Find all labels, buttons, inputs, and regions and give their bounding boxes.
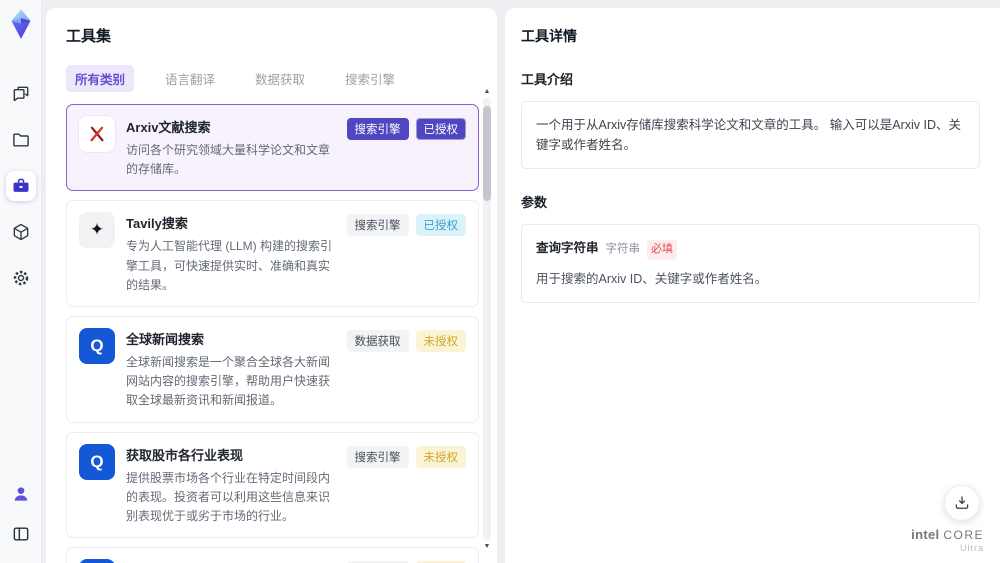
param-required-badge: 必填 — [647, 240, 678, 260]
tool-card-tavily[interactable]: ✦ Tavily搜索 专为人工智能代理 (LLM) 构建的搜索引擎工具，可快速提… — [66, 200, 479, 307]
tool-name: 全球新闻搜索 — [126, 331, 205, 347]
page-title: 工具集 — [66, 28, 112, 45]
tool-name: Tavily搜索 — [126, 216, 188, 232]
brand-intel: intel — [911, 527, 940, 542]
brand-ultra: Ultra — [959, 543, 984, 553]
tab-all-categories[interactable]: 所有类别 — [66, 65, 135, 92]
tool-description: 访问各个研究领域大量科学论文和文章的存储库。 — [126, 143, 331, 177]
intel-core-logo: intel CORE Ultra — [911, 527, 984, 553]
auth-status-badge: 未授权 — [415, 445, 466, 468]
intro-box: 一个用于从Arxiv存储库搜索科学论文和文章的工具。 输入可以是Arxiv ID… — [521, 101, 980, 169]
folder-icon[interactable] — [6, 125, 36, 155]
tool-name: 获取股市各行业表现 — [126, 447, 244, 463]
chat-icon[interactable] — [6, 79, 36, 109]
tool-list-panel: 工具集 所有类别 语言翻译 数据获取 搜索引擎 Arxiv文献搜索 访问各个研究… — [46, 8, 497, 563]
panel-toggle-icon[interactable] — [6, 519, 36, 549]
tool-description: 全球新闻搜索是一个聚合全球各大新闻网站内容的搜索引擎，帮助用户快速获取全球最新资… — [126, 354, 331, 408]
blue-app-icon: Q — [79, 443, 115, 480]
vertical-scrollbar[interactable]: ▲ ▼ — [482, 88, 492, 551]
blue-app-icon: Q — [79, 559, 115, 563]
tool-card-global-news[interactable]: Q 全球新闻搜索 全球新闻搜索是一个聚合全球各大新闻网站内容的搜索引擎，帮助用户… — [66, 315, 479, 423]
tool-description: 提供股票市场各个行业在特定时间段内的表现。投资者可以利用这些信息来识别表现优于或… — [126, 470, 331, 523]
rail-bottom — [6, 479, 36, 563]
tool-card-sector-performance[interactable]: Q 获取股市各行业表现 提供股票市场各个行业在特定时间段内的表现。投资者可以利用… — [66, 431, 479, 539]
app-logo-icon — [4, 7, 38, 41]
cube-icon[interactable] — [6, 217, 36, 247]
category-badge: 搜索引擎 — [346, 118, 409, 140]
user-avatar-icon[interactable] — [6, 479, 36, 509]
settings-gear-icon[interactable] — [6, 263, 36, 293]
app-window: 工具集 所有类别 语言翻译 数据获取 搜索引擎 Arxiv文献搜索 访问各个研究… — [0, 0, 1000, 563]
scrollbar-track[interactable] — [483, 98, 491, 541]
scrollbar-thumb[interactable] — [483, 106, 491, 201]
auth-status-badge: 未授权 — [415, 329, 466, 352]
param-description: 用于搜索的Arxiv ID、关键字或作者姓名。 — [536, 271, 768, 286]
download-button[interactable] — [944, 485, 980, 521]
auth-status-badge: 已授权 — [415, 214, 466, 237]
param-type: 字符串 — [605, 243, 641, 255]
tavily-star-icon: ✦ — [79, 212, 115, 249]
category-badge: 搜索引擎 — [346, 214, 409, 237]
toolbox-icon[interactable] — [5, 171, 36, 201]
tool-description: 专为人工智能代理 (LLM) 构建的搜索引擎工具，可快速提供实时、准确和真实的结… — [126, 239, 333, 292]
tab-data-fetch[interactable]: 数据获取 — [246, 65, 314, 92]
tool-name: Arxiv文献搜索 — [126, 120, 211, 135]
rail-nav — [5, 79, 36, 293]
arxiv-logo-icon — [79, 116, 115, 152]
category-tabs: 所有类别 语言翻译 数据获取 搜索引擎 — [66, 65, 471, 92]
tool-cards: Arxiv文献搜索 访问各个研究领域大量科学论文和文章的存储库。 搜索引擎 已授… — [66, 104, 479, 563]
tool-card-active-stocks[interactable]: Q 获取市场最活跃股票信息 提供当天交易量最高的股票列表，投资者可以利用这些信息… — [66, 547, 479, 563]
detail-title: 工具详情 — [521, 28, 577, 44]
category-badge: 数据获取 — [346, 329, 409, 352]
category-badge: 搜索引擎 — [346, 445, 409, 468]
param-box: 查询字符串 字符串 必填 用于搜索的Arxiv ID、关键字或作者姓名。 — [521, 224, 980, 303]
tab-search-engine[interactable]: 搜索引擎 — [336, 65, 404, 92]
intro-heading: 工具介绍 — [521, 72, 574, 87]
scroll-up-arrow[interactable]: ▲ — [484, 88, 491, 96]
tab-language-translation[interactable]: 语言翻译 — [156, 65, 224, 92]
scroll-down-arrow[interactable]: ▼ — [484, 543, 491, 551]
params-heading: 参数 — [521, 195, 548, 210]
tool-detail-panel: 工具详情 工具介绍 一个用于从Arxiv存储库搜索科学论文和文章的工具。 输入可… — [505, 8, 1000, 563]
left-rail — [0, 0, 42, 563]
tool-card-arxiv[interactable]: Arxiv文献搜索 访问各个研究领域大量科学论文和文章的存储库。 搜索引擎 已授… — [66, 104, 479, 192]
intro-text: 一个用于从Arxiv存储库搜索科学论文和文章的工具。 输入可以是Arxiv ID… — [536, 118, 962, 152]
brand-core: CORE — [943, 528, 984, 542]
blue-app-icon: Q — [79, 327, 115, 364]
auth-status-badge: 已授权 — [415, 118, 466, 140]
param-name: 查询字符串 — [536, 241, 599, 255]
